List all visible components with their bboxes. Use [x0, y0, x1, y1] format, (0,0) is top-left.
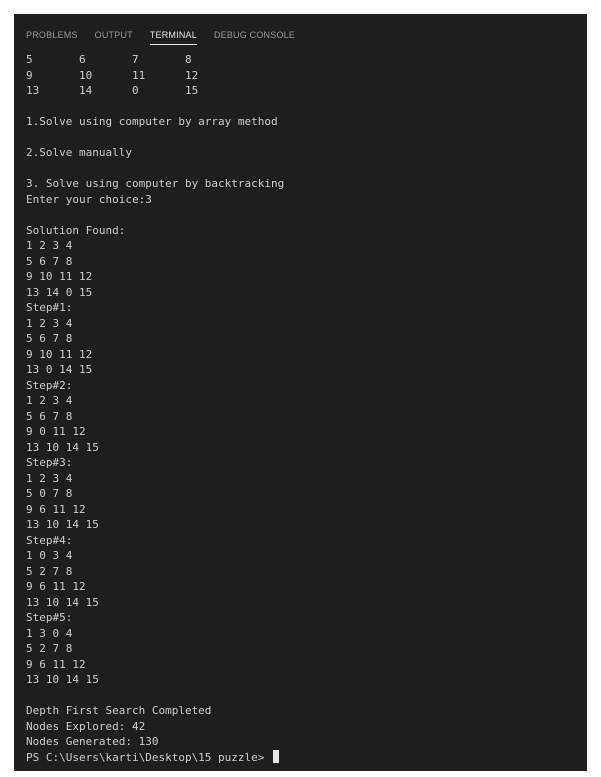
- terminal-line: 5 6 7 8: [26, 53, 192, 66]
- terminal-line: 1 2 3 4: [26, 471, 73, 485]
- terminal-line: Step#1:: [26, 301, 73, 314]
- terminal-line: 13 10 14 15: [26, 440, 99, 454]
- tab-output[interactable]: OUTPUT: [95, 14, 133, 40]
- terminal-line: Step#2:: [26, 378, 73, 392]
- terminal-line: 9 10 11 12: [26, 270, 93, 283]
- terminal-line: 1 2 3 4: [26, 316, 73, 330]
- terminal-line: 9 6 11 12: [26, 502, 86, 516]
- terminal-line: 13 14 0 15: [26, 285, 93, 299]
- terminal-line: 9 0 11 12: [26, 425, 86, 438]
- terminal-line: 3. Solve using computer by backtracking: [26, 177, 285, 190]
- panel-tab-bar: PROBLEMS OUTPUT TERMINAL DEBUG CONSOLE: [14, 14, 587, 54]
- terminal-line: 5 6 7 8: [26, 254, 73, 268]
- terminal-line: 13 14 0 15: [26, 84, 199, 97]
- terminal-line: 13 10 14 15: [26, 673, 99, 686]
- terminal-line: Depth First Search Completed: [26, 704, 212, 717]
- tab-problems[interactable]: PROBLEMS: [26, 14, 78, 40]
- terminal-line: Step#5:: [26, 611, 73, 624]
- terminal-line: 5 6 7 8: [26, 409, 73, 423]
- terminal-cursor: [273, 749, 280, 763]
- tab-terminal[interactable]: TERMINAL: [149, 14, 197, 45]
- terminal-line: Enter your choice:3: [26, 192, 152, 206]
- terminal-line: Nodes Explored: 42: [26, 719, 146, 733]
- terminal-line: Nodes Generated: 130: [26, 735, 159, 748]
- terminal-line: 5 2 7 8: [26, 564, 73, 578]
- terminal-line: 1.Solve using computer by array method: [26, 115, 278, 128]
- terminal-line: 1 2 3 4: [26, 239, 73, 252]
- terminal-line: 5 0 7 8: [26, 487, 73, 500]
- terminal-line: 1 3 0 4: [26, 626, 73, 640]
- terminal-prompt: PS C:\Users\karti\Desktop\15 puzzle>: [26, 750, 272, 764]
- terminal-line: 1 0 3 4: [26, 549, 73, 562]
- terminal-panel: PROBLEMS OUTPUT TERMINAL DEBUG CONSOLE 5…: [14, 14, 587, 771]
- terminal-prompt-line[interactable]: PS C:\Users\karti\Desktop\15 puzzle>: [26, 749, 583, 766]
- terminal-line: 1 2 3 4: [26, 394, 73, 407]
- terminal-line: 2.Solve manually: [26, 146, 132, 159]
- terminal-line: 9 10 11 12: [26, 347, 93, 361]
- terminal-line: 9 6 11 12: [26, 657, 86, 671]
- tab-debug-console[interactable]: DEBUG CONSOLE: [214, 14, 295, 40]
- terminal-line: Step#3:: [26, 456, 73, 469]
- terminal-line: 5 2 7 8: [26, 642, 73, 655]
- terminal-line: 5 6 7 8: [26, 332, 73, 345]
- terminal-line: 13 0 14 15: [26, 363, 93, 376]
- terminal-line: 13 10 14 15: [26, 595, 99, 609]
- terminal-line: Step#4:: [26, 533, 73, 547]
- terminal-output[interactable]: 5 6 7 8 9 10 11 12 13 14 0 15 1.Solve using…: [26, 52, 583, 765]
- terminal-line: 9 10 11 12: [26, 68, 199, 82]
- terminal-line: 13 10 14 15: [26, 518, 99, 531]
- terminal-line: 9 6 11 12: [26, 580, 86, 593]
- terminal-line: Solution Found:: [26, 223, 126, 237]
